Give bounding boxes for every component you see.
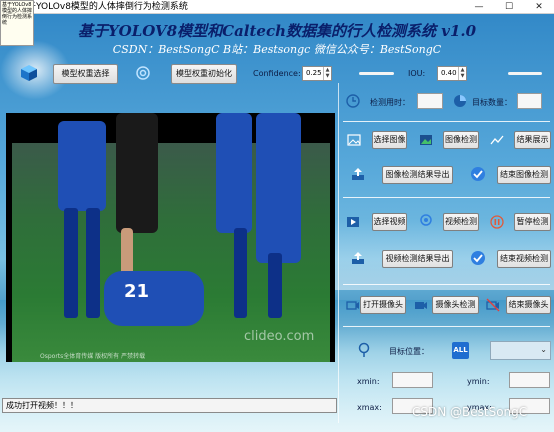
xmax-label: xmax: (357, 403, 382, 412)
cube-icon (20, 64, 38, 82)
init-weights-button[interactable]: 模型权重初始化 (171, 64, 237, 84)
player-figure (58, 121, 106, 211)
maximize-button[interactable]: ☐ (494, 0, 524, 14)
video-icon (346, 215, 360, 229)
detect-image-button[interactable]: 图像检测 (443, 131, 479, 149)
spin-arrows-icon[interactable]: ▲ ▼ (323, 67, 331, 80)
chevron-down-icon: ⌄ (540, 345, 547, 354)
status-bar: 成功打开视频！！！ (2, 398, 337, 413)
video-display: 21 clideo.com Osports全体育传媒 版权所有 严禁转载 (6, 113, 335, 362)
player-figure (116, 113, 158, 233)
location-icon (419, 214, 433, 230)
csdn-watermark: CSDN @BestSongC (412, 405, 528, 419)
player-figure (234, 228, 247, 318)
video-watermark: clideo.com (244, 329, 315, 344)
pin-icon (357, 342, 371, 358)
detect-time-field[interactable] (417, 93, 443, 109)
select-image-button[interactable]: 选择图像 (372, 131, 407, 149)
player-figure (256, 113, 301, 263)
target-select-dropdown[interactable]: ⌄ (490, 341, 551, 360)
confidence-value: 0.25 (306, 69, 322, 77)
section-divider (343, 121, 550, 122)
pause-detect-button[interactable]: 暂停检测 (514, 213, 551, 231)
player-figure (268, 253, 282, 318)
upload-icon (351, 251, 365, 265)
open-camera-button[interactable]: 打开摄像头 (360, 296, 406, 314)
spin-arrows-icon[interactable]: ▲ ▼ (458, 67, 466, 80)
picture-icon (419, 133, 433, 147)
line-chart-icon (490, 133, 504, 147)
ymin-field[interactable] (509, 372, 550, 388)
panel-divider (338, 83, 339, 423)
stop-camera-button[interactable]: 结束摄像头 (506, 296, 551, 314)
iou-spinbox[interactable]: 0.40 ▲ ▼ (437, 66, 467, 81)
stop-image-detect-button[interactable]: 结束图像检测 (497, 166, 551, 184)
pause-icon (490, 215, 504, 229)
detect-video-button[interactable]: 视频检测 (443, 213, 479, 231)
check-icon (470, 250, 486, 266)
iou-value: 0.40 (441, 69, 457, 77)
camera-icon (414, 298, 428, 312)
target-count-label: 目标数量： (472, 98, 512, 107)
iou-slider[interactable] (508, 72, 542, 75)
settings-icon (135, 65, 151, 81)
minimize-button[interactable]: — (464, 0, 494, 14)
jersey-number: 21 (124, 281, 150, 302)
window-tooltip: 基于YOLOv8模型的人体摔倒行为检测系统 (0, 0, 34, 46)
show-result-button[interactable]: 结果展示 (514, 131, 551, 149)
window-title: 基于YOLOv8模型的人体摔倒行为检测系统 (18, 2, 188, 12)
upload-icon (351, 167, 365, 181)
all-icon: ALL (452, 342, 469, 359)
xmin-field[interactable] (392, 372, 433, 388)
camera-off-icon (486, 298, 500, 312)
clock-icon (346, 94, 360, 108)
confidence-spinbox[interactable]: 0.25 ▲ ▼ (302, 66, 332, 81)
pie-chart-icon (453, 94, 467, 108)
select-video-button[interactable]: 选择视频 (372, 213, 407, 231)
player-figure (86, 208, 100, 318)
detect-time-label: 检测用时： (370, 98, 410, 107)
video-channel-text: Osports全体育传媒 版权所有 严禁转载 (40, 353, 146, 360)
iou-label: IOU: (408, 69, 426, 78)
target-position-label: 目标位置： (389, 347, 429, 356)
check-icon (470, 166, 486, 182)
select-weights-button[interactable]: 模型权重选择 (53, 64, 118, 84)
fallen-player-figure (104, 271, 204, 326)
confidence-slider[interactable] (359, 72, 394, 75)
section-divider (343, 197, 550, 198)
page-subtitle: CSDN：BestSongC B站：Bestsongc 微信公众号：BestSo… (112, 43, 442, 56)
export-video-result-button[interactable]: 视频检测结果导出 (382, 250, 453, 268)
xmin-label: xmin: (357, 377, 380, 386)
export-image-result-button[interactable]: 图像检测结果导出 (382, 166, 453, 184)
image-icon (347, 133, 361, 147)
section-divider (343, 326, 550, 327)
target-count-field[interactable] (517, 93, 542, 109)
section-divider (343, 284, 550, 285)
player-figure (64, 208, 78, 318)
page-title: 基于YOLOV8模型和Caltech数据集的行人检测系统 v1.0 (77, 22, 477, 40)
stop-video-detect-button[interactable]: 结束视频检测 (497, 250, 551, 268)
player-figure (216, 113, 252, 233)
ymin-label: ymin: (467, 377, 490, 386)
close-button[interactable]: ✕ (524, 0, 554, 14)
camera-detect-button[interactable]: 摄像头检测 (432, 296, 479, 314)
camera-icon (346, 298, 360, 312)
confidence-label: Confidence: (253, 69, 301, 78)
